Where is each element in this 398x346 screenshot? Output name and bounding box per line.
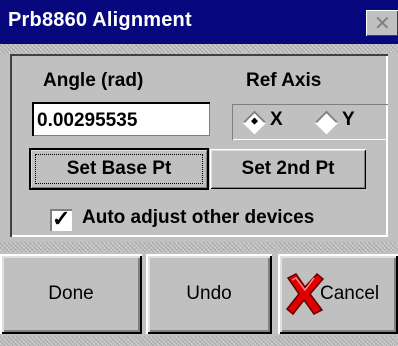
radio-x[interactable]: X xyxy=(241,109,306,136)
focus-ring xyxy=(35,154,203,184)
ref-axis-radio-group: X Y xyxy=(232,104,388,140)
hatch-middle xyxy=(0,242,398,252)
radio-y-indicator xyxy=(313,109,340,136)
cancel-x-icon xyxy=(285,272,325,316)
alignment-window: Prb8860 Alignment ✕ Angle (rad) Ref Axis… xyxy=(0,0,398,346)
set-second-point-button[interactable]: Set 2nd Pt xyxy=(210,149,366,189)
radio-x-label: X xyxy=(270,109,283,130)
hatch-top xyxy=(0,44,398,54)
angle-label: Angle (rad) xyxy=(43,70,144,91)
ref-axis-label: Ref Axis xyxy=(246,70,322,91)
close-button[interactable]: ✕ xyxy=(366,10,398,36)
set-base-point-button[interactable]: Set Base Pt xyxy=(29,148,209,190)
cancel-button[interactable]: Cancel xyxy=(278,254,398,334)
dialog-body: Angle (rad) Ref Axis X Y Set Base Pt Set… xyxy=(0,44,398,346)
checkmark-icon: ✓ xyxy=(52,206,71,231)
done-label: Done xyxy=(48,283,94,304)
radio-x-indicator xyxy=(241,109,268,136)
auto-adjust-checkbox[interactable]: ✓ xyxy=(50,206,72,231)
auto-adjust-label: Auto adjust other devices xyxy=(82,207,315,228)
cancel-label: Cancel xyxy=(320,283,380,304)
radio-y-label: Y xyxy=(342,109,355,130)
hatch-bottom xyxy=(0,336,398,346)
undo-label: Undo xyxy=(186,283,232,304)
done-button[interactable]: Done xyxy=(0,254,142,334)
angle-input[interactable] xyxy=(32,102,210,136)
set-second-point-label: Set 2nd Pt xyxy=(241,158,335,179)
close-icon: ✕ xyxy=(374,11,391,35)
undo-button[interactable]: Undo xyxy=(146,254,272,334)
title-bar[interactable]: Prb8860 Alignment ✕ xyxy=(0,0,398,44)
radio-y[interactable]: Y xyxy=(313,109,378,136)
window-title: Prb8860 Alignment xyxy=(8,9,192,31)
settings-panel: Angle (rad) Ref Axis X Y Set Base Pt Set… xyxy=(10,54,388,237)
